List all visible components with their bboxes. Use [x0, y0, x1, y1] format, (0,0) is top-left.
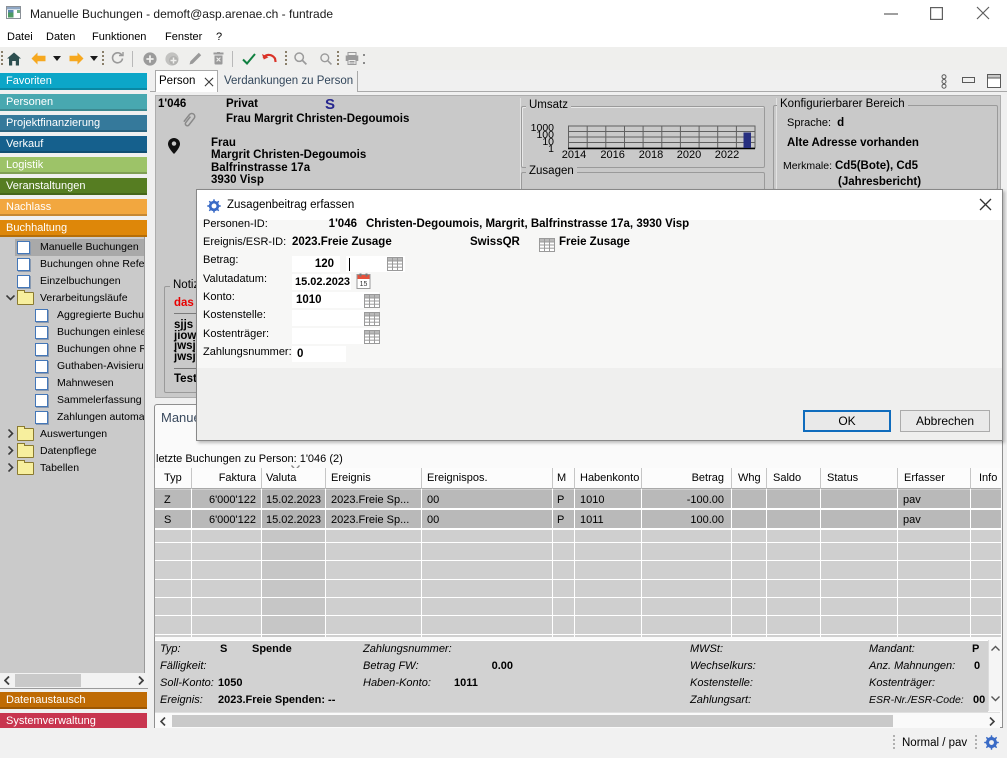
- svg-text:2018: 2018: [639, 149, 663, 161]
- svg-text:2022: 2022: [715, 149, 739, 161]
- svg-text:2020: 2020: [677, 149, 701, 161]
- svg-text:1: 1: [548, 143, 554, 155]
- svg-text:2016: 2016: [600, 149, 624, 161]
- svg-text:2014: 2014: [562, 149, 586, 161]
- svg-text:15: 15: [359, 281, 367, 288]
